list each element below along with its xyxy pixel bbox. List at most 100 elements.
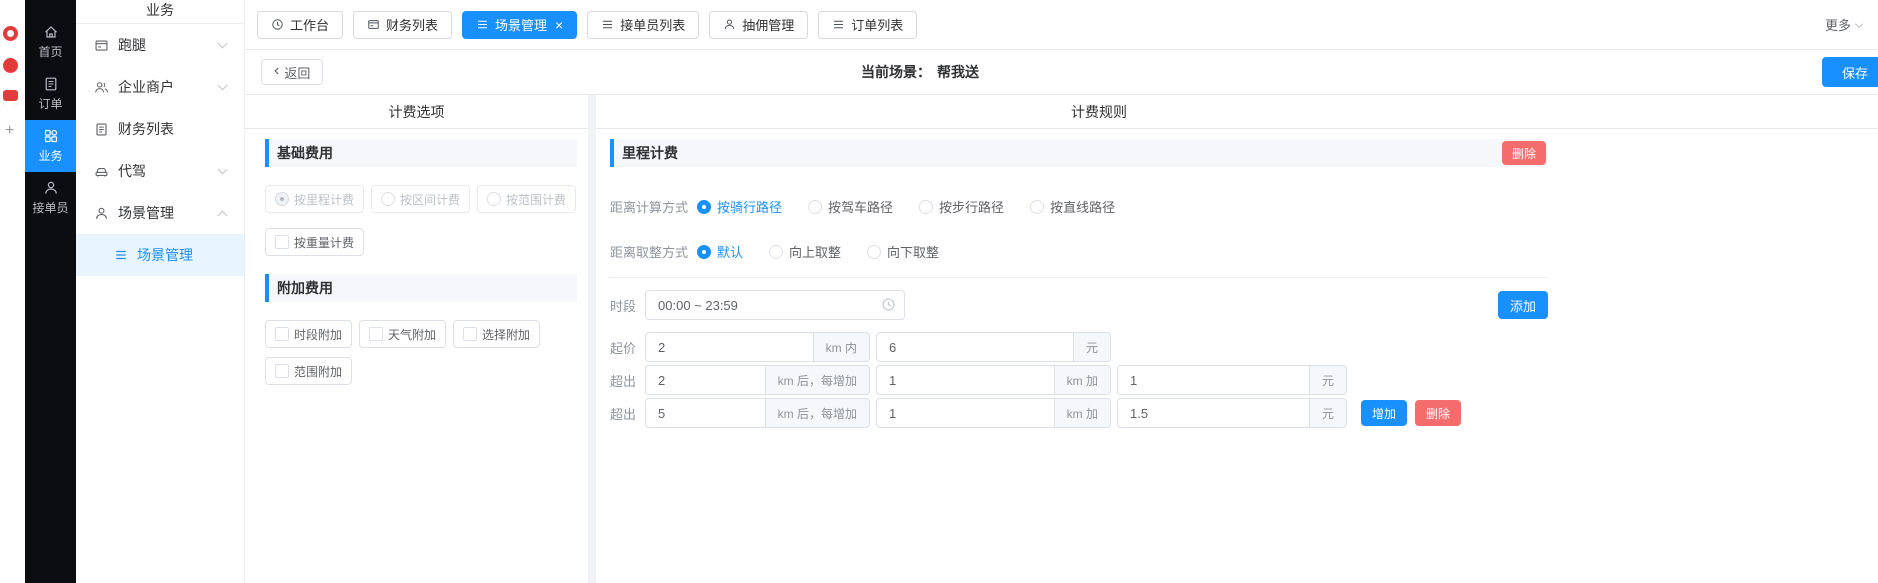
sidebar-item-label: 接单员 [32,199,68,216]
car-icon [94,164,109,179]
tab-commission[interactable]: 抽佣管理 [709,11,808,39]
sidebar-item-business[interactable]: 业务 [25,120,76,172]
edge-shortcut-2-icon[interactable] [3,58,18,73]
tab-order-list[interactable]: 订单列表 [818,11,917,39]
checkbox-label: 范围附加 [294,363,342,380]
tab-courier-list[interactable]: 接单员列表 [587,11,699,39]
billing-options-panel: 计费选项 基础费用 按里程计费 按区间计费 [245,95,588,583]
radio-walking-route[interactable]: 按步行路径 [919,197,1004,216]
radio-round-down[interactable]: 向下取整 [867,242,939,261]
radio-label: 按范围计费 [506,191,566,208]
sidebar-item-home[interactable]: 首页 [25,16,76,68]
checkbox-icon [275,364,289,378]
base-distance-field: km 内 [645,332,870,362]
tab-label: 场景管理 [495,15,547,34]
menu-item-scene-management[interactable]: 场景管理 [76,192,244,234]
exceed-price-row-1: 超出 km 后，每增加 km 加 元 [610,365,1548,395]
checkbox-by-weight[interactable]: 按重量计费 [265,228,364,256]
edge-shortcut-1-icon[interactable] [3,26,18,41]
checkbox-label: 选择附加 [482,326,530,343]
exceed-step-input[interactable] [876,398,1054,428]
menu-item-label: 代驾 [118,161,146,181]
delete-tier-button[interactable]: 删除 [1415,400,1461,426]
delete-rule-button[interactable]: 删除 [1502,141,1546,165]
radio-dot-icon [697,200,711,214]
secondary-sidebar-title: 业务 [76,0,244,24]
checkbox-weather-extra[interactable]: 天气附加 [359,320,446,348]
radio-label: 按骑行路径 [717,197,782,216]
tab-workbench[interactable]: 工作台 [257,11,343,39]
radio-driving-route[interactable]: 按驾车路径 [808,197,893,216]
menu-item-merchants[interactable]: 企业商户 [76,66,244,108]
exceed-price-row-2: 超出 km 后，每增加 km 加 元 增加 [610,398,1548,428]
radio-by-range[interactable]: 按范围计费 [477,185,576,213]
home-icon [43,24,59,40]
radio-label: 按直线路径 [1050,197,1115,216]
more-label: 更多 [1825,15,1851,34]
exceed-distance-input[interactable] [645,398,765,428]
checkbox-select-extra[interactable]: 选择附加 [453,320,540,348]
exceed-fee-input[interactable] [1117,398,1309,428]
document-icon [94,122,109,137]
menu-item-finance[interactable]: 财务列表 [76,108,244,150]
exceed-fee-input[interactable] [1117,365,1309,395]
base-price-label: 起价 [610,338,636,357]
tab-scene-management[interactable]: 场景管理 × [462,11,577,39]
radio-label: 按里程计费 [294,191,354,208]
edge-shortcut-3-icon[interactable] [3,90,18,105]
menu-item-errand[interactable]: 跑腿 [76,24,244,66]
checkbox-icon [275,235,289,249]
distance-round-label: 距离取整方式 [610,242,688,261]
exceed-step-field: km 加 [876,365,1111,395]
unit-label: km 后，每增加 [765,398,870,428]
tab-finance-list[interactable]: 财务列表 [353,11,452,39]
checkbox-range-extra[interactable]: 范围附加 [265,357,352,385]
current-scene-name: 帮我送 [937,64,979,80]
mileage-rule-section-header: 里程计费 删除 [610,139,1548,167]
extra-fee-checkbox-group: 时段附加 天气附加 选择附加 [265,320,577,348]
checkbox-time-extra[interactable]: 时段附加 [265,320,352,348]
unit-label: km 内 [813,332,870,362]
menu-item-driving[interactable]: 代驾 [76,150,244,192]
exceed-distance-input[interactable] [645,365,765,395]
sidebar-item-orders[interactable]: 订单 [25,68,76,120]
radio-by-mileage[interactable]: 按里程计费 [265,185,364,213]
radio-riding-route[interactable]: 按骑行路径 [697,197,782,216]
radio-by-interval[interactable]: 按区间计费 [371,185,470,213]
list-icon [601,18,614,31]
radio-round-up[interactable]: 向上取整 [769,242,841,261]
chevron-down-icon [1855,19,1863,27]
mileage-rule-section-label: 里程计费 [622,143,678,163]
exceed-step-input[interactable] [876,365,1054,395]
chevron-down-icon [218,38,228,48]
add-tier-button[interactable]: 增加 [1361,400,1407,426]
time-range-row: 时段 添加 [610,290,1548,320]
edge-add-icon[interactable]: + [5,122,14,140]
add-time-range-button[interactable]: 添加 [1498,291,1548,319]
radio-straight-route[interactable]: 按直线路径 [1030,197,1115,216]
chevron-down-icon [218,164,228,174]
radio-label: 默认 [717,242,743,261]
submenu-item-scene-management[interactable]: 场景管理 [76,234,244,276]
grid-icon [43,128,59,144]
time-range-input[interactable] [645,290,905,320]
back-button[interactable]: ‹ 返回 [261,59,323,85]
radio-dot-icon [808,200,822,214]
current-scene-prefix: 当前场景： [861,64,931,80]
unit-label: km 加 [1054,365,1111,395]
submenu-item-label: 场景管理 [137,245,193,265]
billing-rules-header: 计费规则 [596,95,1878,129]
radio-label: 向上取整 [789,242,841,261]
edge-shortcut-strip: + [0,0,25,583]
base-price-input[interactable] [876,332,1073,362]
save-button[interactable]: 保存 [1822,57,1878,87]
sidebar-item-couriers[interactable]: 接单员 [25,172,76,224]
checkbox-label: 时段附加 [294,326,342,343]
more-tabs-dropdown[interactable]: 更多 [1825,15,1862,34]
radio-round-default[interactable]: 默认 [697,242,743,261]
tab-close-icon[interactable]: × [555,18,563,32]
secondary-sidebar: 业务 跑腿 企业商户 财务列表 代驾 场景管理 场景管理 [76,0,245,583]
time-range-field [645,290,905,320]
base-distance-input[interactable] [645,332,813,362]
checkbox-label: 天气附加 [388,326,436,343]
